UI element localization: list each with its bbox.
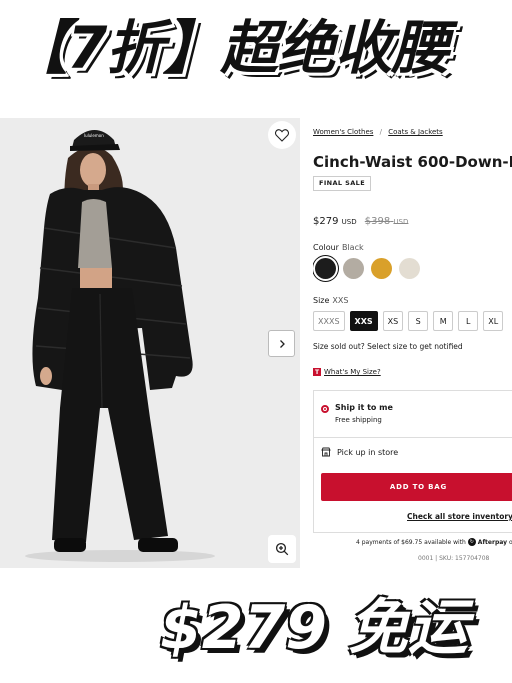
whats-my-size-link[interactable]: What's My Size? bbox=[324, 368, 381, 376]
size-l-button[interactable]: L bbox=[458, 311, 479, 331]
swatch-black[interactable] bbox=[315, 258, 336, 279]
size-s-button[interactable]: S bbox=[408, 311, 429, 331]
colour-label: Colour Black bbox=[313, 243, 364, 252]
afterpay-note: 4 payments of $69.75 available with ↻ Af… bbox=[356, 538, 512, 546]
breadcrumb: Women's Clothes / Coats & Jackets bbox=[313, 128, 443, 136]
chevron-right-icon bbox=[279, 339, 285, 348]
swatch-gold[interactable] bbox=[371, 258, 392, 279]
size-soldout-note: Size sold out? Select size to get notifi… bbox=[313, 342, 463, 351]
price: $279 USD $398 USD bbox=[313, 216, 408, 227]
size-xl-button[interactable]: XL bbox=[483, 311, 504, 331]
store-icon bbox=[321, 447, 331, 457]
size-m-button[interactable]: M bbox=[433, 311, 454, 331]
size-xs-button[interactable]: XS bbox=[382, 311, 404, 331]
pickup-in-store-option[interactable]: Pick up in store bbox=[321, 447, 398, 457]
swatch-cream[interactable] bbox=[399, 258, 420, 279]
afterpay-text: 4 payments of $69.75 available with bbox=[356, 538, 466, 546]
delivery-options: Ship it to me Free shipping Pick up in s… bbox=[313, 390, 512, 533]
add-to-bag-button[interactable]: ADD TO BAG bbox=[321, 473, 512, 501]
wishlist-button[interactable] bbox=[268, 121, 296, 149]
final-sale-badge: FINAL SALE bbox=[313, 176, 372, 191]
whats-my-size[interactable]: T What's My Size? bbox=[313, 368, 381, 376]
size-selector: XXXS XXS XS S M L XL bbox=[313, 311, 504, 331]
product-photo: lululemon bbox=[0, 118, 300, 568]
current-currency: USD bbox=[341, 218, 357, 226]
cap-logo: lululemon bbox=[84, 133, 104, 138]
zoom-button[interactable] bbox=[268, 535, 296, 563]
next-image-button[interactable] bbox=[268, 330, 295, 357]
afterpay-brand[interactable]: Afterpay bbox=[478, 539, 507, 546]
swatch-grey[interactable] bbox=[343, 258, 364, 279]
original-price: $398 USD bbox=[364, 216, 409, 227]
breadcrumb-separator: / bbox=[379, 128, 382, 136]
breadcrumb-link-coats-jackets[interactable]: Coats & Jackets bbox=[388, 128, 442, 136]
pickup-label: Pick up in store bbox=[337, 447, 399, 457]
sku-text: 0001 | SKU: 157704708 bbox=[418, 555, 490, 562]
colour-swatches bbox=[315, 258, 420, 279]
check-store-inventory-link[interactable]: Check all store inventory bbox=[407, 512, 512, 521]
promo-banner-bottom: $279 免运 bbox=[160, 593, 468, 663]
size-xxxs-button[interactable]: XXXS bbox=[313, 311, 345, 331]
size-label: Size XXS bbox=[313, 296, 349, 305]
size-value: XXS bbox=[332, 296, 349, 305]
promo-banner-top: 【7折】超绝收腰 bbox=[10, 14, 449, 82]
ship-radio[interactable] bbox=[321, 405, 329, 413]
zoom-in-icon bbox=[275, 542, 289, 556]
product-details: Women's Clothes / Coats & Jackets Cinch-… bbox=[313, 118, 512, 568]
heart-icon bbox=[274, 129, 290, 142]
size-guide-icon: T bbox=[313, 368, 321, 376]
ship-title: Ship it to me bbox=[335, 403, 393, 412]
breadcrumb-link-womens-clothes[interactable]: Women's Clothes bbox=[313, 128, 373, 136]
product-image-panel: lululemon look bbox=[0, 118, 300, 568]
delivery-divider bbox=[314, 437, 512, 438]
ship-to-me-option[interactable]: Ship it to me Free shipping bbox=[321, 403, 393, 424]
afterpay-icon: ↻ bbox=[467, 538, 476, 546]
ship-subtitle: Free shipping bbox=[335, 416, 382, 424]
product-title: Cinch-Waist 600-Down-Fill Pu bbox=[313, 153, 512, 171]
colour-value: Black bbox=[341, 243, 364, 252]
current-price: $279 bbox=[313, 216, 339, 227]
size-xxs-button[interactable]: XXS bbox=[349, 311, 378, 331]
